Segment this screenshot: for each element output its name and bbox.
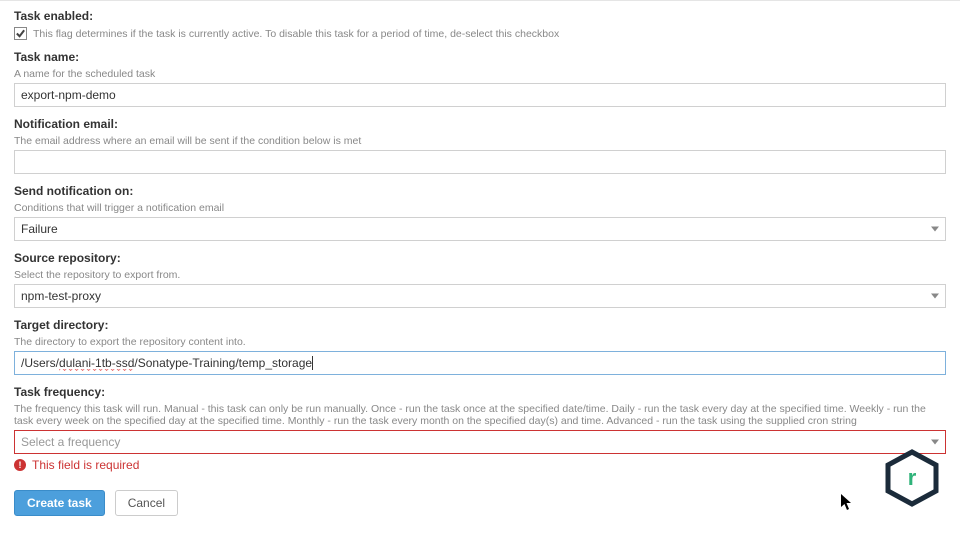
task-name-field: Task name: A name for the scheduled task xyxy=(14,50,946,107)
chevron-down-icon xyxy=(931,440,939,445)
target-directory-help: The directory to export the repository c… xyxy=(14,336,946,348)
mouse-cursor-icon xyxy=(840,493,854,511)
send-notification-on-label: Send notification on: xyxy=(14,184,946,198)
target-directory-label: Target directory: xyxy=(14,318,946,332)
task-name-label: Task name: xyxy=(14,50,946,64)
source-repository-label: Source repository: xyxy=(14,251,946,265)
task-name-help: A name for the scheduled task xyxy=(14,68,946,80)
target-directory-field: Target directory: The directory to expor… xyxy=(14,318,946,375)
notification-email-label: Notification email: xyxy=(14,117,946,131)
create-task-button[interactable]: Create task xyxy=(14,490,105,516)
source-repository-field: Source repository: Select the repository… xyxy=(14,251,946,308)
svg-text:r: r xyxy=(908,465,917,490)
source-repository-select[interactable]: npm-test-proxy xyxy=(14,284,946,308)
task-frequency-field: Task frequency: The frequency this task … xyxy=(14,385,946,472)
task-frequency-label: Task frequency: xyxy=(14,385,946,399)
source-repository-value: npm-test-proxy xyxy=(21,289,101,303)
task-enabled-help: This flag determines if the task is curr… xyxy=(33,28,559,40)
brand-logo-icon: r xyxy=(882,448,942,508)
target-directory-value-squiggle: dulani-1tb-ssd xyxy=(59,356,134,371)
send-notification-on-field: Send notification on: Conditions that wi… xyxy=(14,184,946,241)
text-cursor-icon xyxy=(312,356,313,370)
task-enabled-checkbox[interactable] xyxy=(14,27,27,40)
task-name-input[interactable] xyxy=(14,83,946,107)
cancel-button[interactable]: Cancel xyxy=(115,490,178,516)
task-frequency-select[interactable]: Select a frequency xyxy=(14,430,946,454)
send-notification-on-value: Failure xyxy=(21,222,58,236)
target-directory-input[interactable]: /Users/dulani-1tb-ssd/Sonatype-Training/… xyxy=(14,351,946,375)
send-notification-on-select[interactable]: Failure xyxy=(14,217,946,241)
target-directory-value-suffix: /Sonatype-Training/temp_storage xyxy=(134,356,312,370)
target-directory-value-prefix: /Users/ xyxy=(21,356,59,370)
task-frequency-help: The frequency this task will run. Manual… xyxy=(14,403,946,427)
chevron-down-icon xyxy=(931,294,939,299)
notification-email-input[interactable] xyxy=(14,150,946,174)
chevron-down-icon xyxy=(931,227,939,232)
task-enabled-field: Task enabled: This flag determines if th… xyxy=(14,9,946,40)
task-frequency-error-text: This field is required xyxy=(32,458,139,472)
check-icon xyxy=(15,28,26,39)
button-row: Create task Cancel xyxy=(14,490,946,516)
send-notification-on-help: Conditions that will trigger a notificat… xyxy=(14,202,946,214)
error-icon: ! xyxy=(14,459,26,471)
task-frequency-placeholder: Select a frequency xyxy=(21,435,120,449)
task-enabled-label: Task enabled: xyxy=(14,9,946,23)
source-repository-help: Select the repository to export from. xyxy=(14,269,946,281)
notification-email-help: The email address where an email will be… xyxy=(14,135,946,147)
notification-email-field: Notification email: The email address wh… xyxy=(14,117,946,174)
task-frequency-error: ! This field is required xyxy=(14,458,946,472)
